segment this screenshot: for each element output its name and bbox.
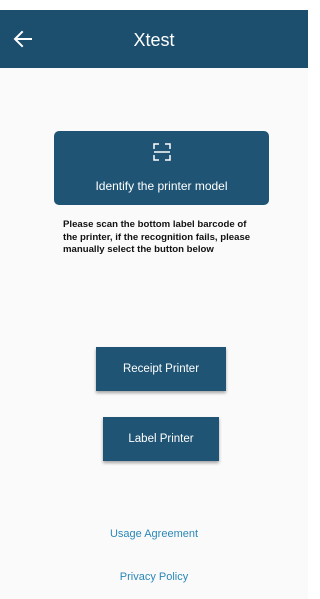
scan-instructions: Please scan the bottom label barcode of … — [63, 219, 251, 255]
app-bar: Xtest — [0, 10, 308, 68]
status-bar — [0, 0, 308, 10]
identify-printer-label: Identify the printer model — [95, 179, 228, 193]
scan-frame-icon — [152, 143, 171, 161]
receipt-printer-button[interactable]: Receipt Printer — [96, 347, 226, 391]
label-printer-button[interactable]: Label Printer — [103, 417, 219, 461]
page-title: Xtest — [133, 30, 175, 50]
identify-printer-button[interactable]: Identify the printer model — [54, 131, 269, 205]
usage-agreement-link[interactable]: Usage Agreement — [0, 528, 308, 540]
privacy-policy-link[interactable]: Privacy Policy — [0, 571, 308, 583]
